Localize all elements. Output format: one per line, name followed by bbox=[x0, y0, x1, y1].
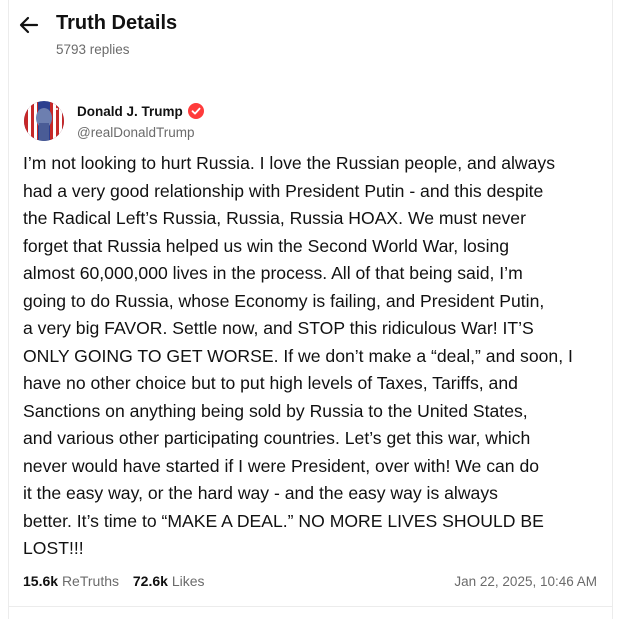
likes-label: Likes bbox=[171, 573, 205, 589]
verified-badge-icon bbox=[187, 103, 204, 119]
post-stats: 15.6k ReTruths 72.6k Likes bbox=[23, 573, 215, 589]
arrow-left-icon[interactable] bbox=[18, 14, 40, 36]
divider bbox=[8, 606, 613, 607]
retruths-count: 15.6k bbox=[23, 573, 59, 589]
post-body: I’m not looking to hurt Russia. I love t… bbox=[23, 153, 573, 558]
retruths-stat[interactable]: 15.6k ReTruths bbox=[23, 573, 119, 589]
avatar[interactable] bbox=[24, 101, 64, 141]
page-title: Truth Details bbox=[56, 12, 178, 34]
post-timestamp: Jan 22, 2025, 10:46 AM bbox=[454, 574, 597, 589]
replies-count: 5793 replies bbox=[56, 42, 130, 57]
likes-stat[interactable]: 72.6k Likes bbox=[133, 573, 205, 589]
author-handle[interactable]: @realDonaldTrump bbox=[77, 125, 195, 140]
retruths-label: ReTruths bbox=[61, 573, 119, 589]
avatar-image bbox=[24, 101, 64, 141]
author-name-text: Donald J. Trump bbox=[77, 103, 183, 119]
likes-count: 72.6k bbox=[132, 573, 168, 589]
author-name[interactable]: Donald J. Trump bbox=[77, 103, 204, 119]
